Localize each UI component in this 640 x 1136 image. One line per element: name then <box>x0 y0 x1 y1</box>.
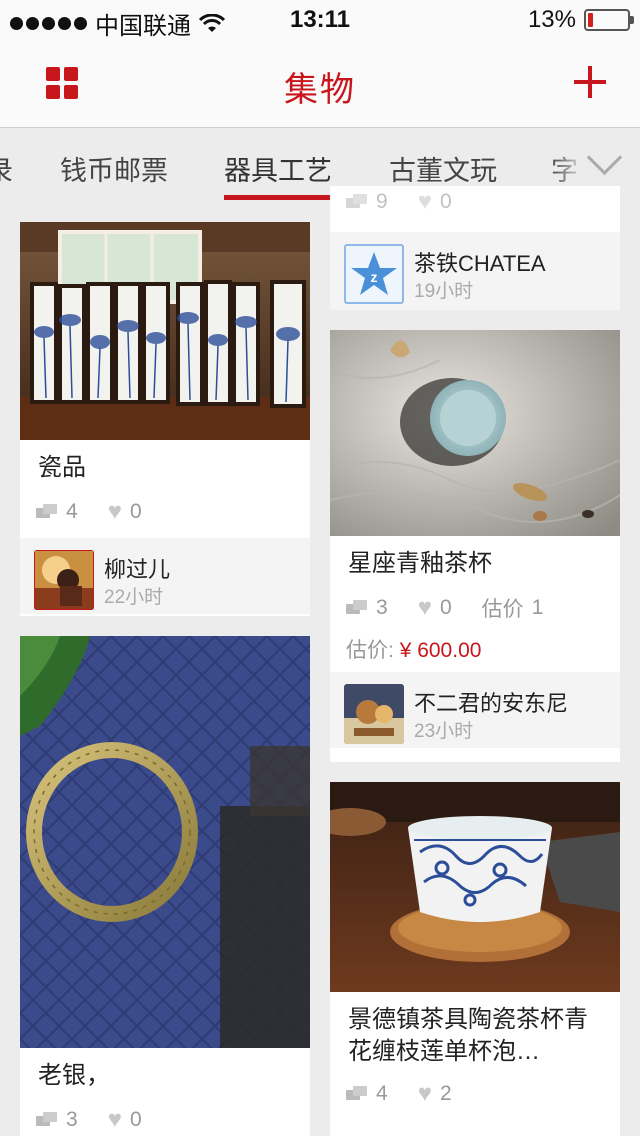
post-time: 19小时 <box>414 281 474 302</box>
price-row: 估价: ¥ 600.00 <box>330 624 620 664</box>
tab-partial-left[interactable]: 录 <box>0 149 13 188</box>
comment-count: 3 <box>376 596 388 619</box>
item-title: 老银， <box>38 1062 110 1089</box>
battery-percent: 13% <box>527 6 576 33</box>
plus-icon[interactable] <box>570 62 610 102</box>
item-title: 瓷品 <box>38 454 86 481</box>
estimate-label: 估价 <box>481 598 524 621</box>
heart-icon[interactable]: ♥ <box>418 1082 432 1106</box>
item-title: 景德镇茶具陶瓷茶杯青花缠枝莲单杯泡… <box>348 1006 588 1065</box>
page-title: 集物 <box>284 71 356 109</box>
item-photo[interactable] <box>20 222 310 440</box>
item-photo[interactable] <box>330 782 620 992</box>
item-stats: 9 ♥ 0 <box>330 186 620 218</box>
comment-count: 3 <box>66 1108 78 1131</box>
like-count: 0 <box>129 500 142 523</box>
nav-bar: 集物 <box>0 40 640 128</box>
user-name[interactable]: 不二君的安东尼 <box>414 686 568 718</box>
post-time: 23小时 <box>414 721 474 742</box>
like-count: 0 <box>439 596 452 619</box>
heart-icon[interactable]: ♥ <box>418 596 432 620</box>
comment-icon <box>346 1086 368 1102</box>
item-stats: 3 ♥ 0 估价 1 <box>330 580 620 624</box>
item-stats: 3 ♥ 0 <box>20 1092 310 1136</box>
tab-antiques[interactable]: 古董文玩 <box>389 149 497 188</box>
comment-count: 4 <box>66 500 78 523</box>
status-right: 13% <box>527 6 634 34</box>
item-stats: 4 ♥ 0 <box>20 484 310 528</box>
price-label: 估价: <box>346 639 394 662</box>
comment-icon <box>36 1112 58 1128</box>
like-count: 0 <box>439 190 452 213</box>
card-user[interactable]: z 茶铁CHATEA 19小时 <box>330 232 620 310</box>
active-tab-indicator <box>224 195 336 200</box>
heart-icon[interactable]: ♥ <box>108 500 122 524</box>
feed-card[interactable]: 星座青釉茶杯 3 ♥ 0 估价 1 估价: ¥ 600.00 不二君的安东尼 2… <box>330 330 620 762</box>
tab-utensils-crafts[interactable]: 器具工艺 <box>224 149 332 188</box>
price-value: ¥ 600.00 <box>399 639 482 662</box>
comment-icon <box>346 600 368 616</box>
battery-icon <box>584 9 634 31</box>
item-title: 星座青釉茶杯 <box>348 550 492 577</box>
avatar[interactable]: z <box>344 244 404 304</box>
comment-count: 9 <box>376 190 388 213</box>
heart-icon[interactable]: ♥ <box>418 190 432 214</box>
feed-card[interactable]: 瓷品 4 ♥ 0 柳过儿 22小时 <box>20 222 310 616</box>
card-user[interactable]: 柳过儿 22小时 <box>20 538 310 614</box>
item-stats: 4 ♥ 2 <box>330 1068 620 1112</box>
tab-coins-stamps[interactable]: 钱币邮票 <box>60 149 168 188</box>
comment-icon <box>346 194 368 210</box>
chevron-down-icon[interactable] <box>586 143 622 179</box>
user-name[interactable]: 茶铁CHATEA <box>414 246 546 278</box>
feed-card[interactable]: 老银， 3 ♥ 0 <box>20 636 310 1136</box>
estimate-count: 1 <box>531 596 544 619</box>
item-photo[interactable] <box>20 636 310 1048</box>
comment-count: 4 <box>376 1082 388 1105</box>
item-photo[interactable] <box>330 330 620 536</box>
post-time: 22小时 <box>104 587 164 608</box>
status-bar: 中国联通 13:11 13% <box>0 0 640 40</box>
like-count: 2 <box>439 1082 452 1105</box>
comment-icon <box>36 504 58 520</box>
card-user[interactable]: 不二君的安东尼 23小时 <box>330 672 620 748</box>
feed-card[interactable]: 景德镇茶具陶瓷茶杯青花缠枝莲单杯泡… 4 ♥ 2 <box>330 782 620 1136</box>
avatar[interactable] <box>34 550 94 610</box>
avatar[interactable] <box>344 684 404 744</box>
like-count: 0 <box>129 1108 142 1131</box>
battery-fill <box>588 13 593 27</box>
svg-text:z: z <box>371 269 378 285</box>
user-name[interactable]: 柳过儿 <box>104 552 170 584</box>
feed-card[interactable]: 9 ♥ 0 z 茶铁CHATEA 19小时 <box>330 186 620 310</box>
heart-icon[interactable]: ♥ <box>108 1108 122 1132</box>
